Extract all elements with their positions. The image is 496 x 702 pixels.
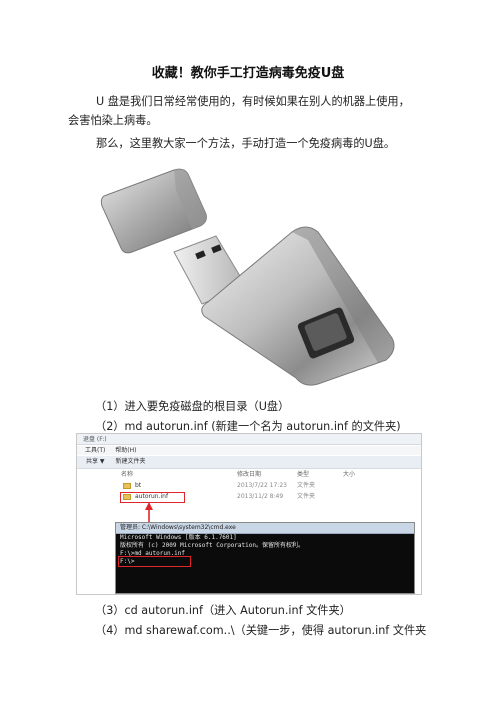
file-date: 2013/7/22 17:23 [237,482,287,489]
usb-drive-illustration [100,168,395,386]
cmd-title-bar: 管理员: C:\Windows\system32\cmd.exe [116,523,414,534]
step-3: （3）cd autorun.inf（进入 Autorun.inf 文件夹） [95,604,351,617]
highlight-box-autorun-folder [120,492,185,503]
share-button[interactable]: 共享 ▼ [86,458,105,465]
col-size[interactable]: 大小 [343,470,355,480]
col-name[interactable]: 名称 [121,470,133,480]
menu-item-tools[interactable]: 工具(T) [85,447,105,454]
cmd-line: 版权所有 (c) 2009 Microsoft Corporation。保留所有… [120,542,304,549]
cmd-window[interactable]: 管理员: C:\Windows\system32\cmd.exe Microso… [115,522,415,594]
col-date[interactable]: 修改日期 [237,470,261,480]
usb-cap [100,168,207,254]
col-type[interactable]: 类型 [297,470,309,480]
usb-body [201,226,395,386]
file-row[interactable]: bt 2013/7/22 17:23 文件夹 [117,481,417,491]
new-folder-button[interactable]: 新建文件夹 [115,458,145,465]
address-bar: 退盘 (F:) [77,434,421,445]
toolbar: 共享 ▼ 新建文件夹 [77,456,421,469]
file-type: 文件夹 [297,493,316,500]
highlight-box-md-command [118,556,191,567]
step-2: （2）md autorun.inf (新建一个名为 autorun.inf 的文… [95,420,401,433]
page-title: 收藏！教你手工打造病毒免疫U盘 [151,66,345,81]
file-name: bt [135,482,142,489]
intro-paragraph-line-2: 会害怕染上病毒。 [68,114,158,127]
folder-icon [123,483,131,489]
menu-item-help[interactable]: 帮助(H) [115,447,136,454]
column-header: 名称 修改日期 类型 大小 [117,470,417,480]
step-1: （1）进入要免疫磁盘的根目录（U盘） [95,400,290,413]
step-4: （4）md sharewaf.com..\（关键一步，使得 autorun.in… [95,624,427,637]
cmd-line: Microsoft Windows [版本 6.1.7601] [120,534,237,541]
menu-bar: 工具(T) 帮助(H) [77,446,421,455]
file-type: 文件夹 [297,482,316,489]
intro-paragraph-line-1: U 盘是我们日常经常使用的，有时候如果在别人的机器上使用， [96,95,410,108]
file-date: 2013/11/2 8:49 [237,493,284,500]
intro-paragraph-line-3: 那么，这里教大家一个方法，手动打造一个免疫病毒的U盘。 [96,137,396,150]
explorer-cmd-screenshot: 退盘 (F:) 工具(T) 帮助(H) 共享 ▼ 新建文件夹 名称 修改日期 类… [76,433,422,595]
